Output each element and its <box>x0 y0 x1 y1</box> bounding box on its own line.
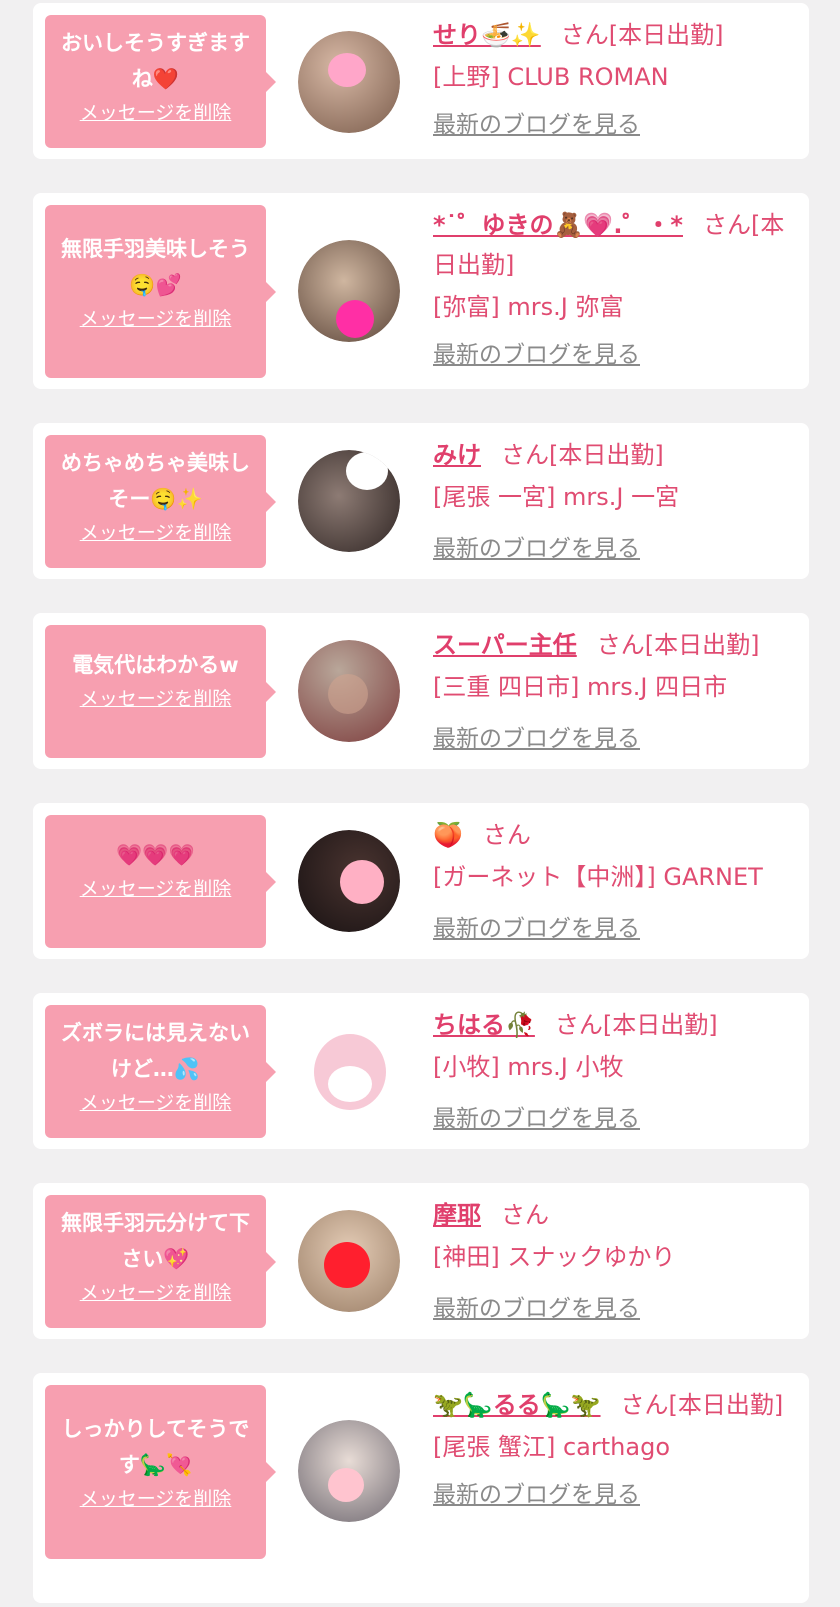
shop-name: [神田] スナックゆかり <box>433 1243 676 1271</box>
message-bubble: 無限手羽元分けて下さい💖 メッセージを削除 <box>45 1195 276 1328</box>
message-text: 無限手羽元分けて下さい💖 <box>61 1211 250 1271</box>
sender-name-link[interactable]: 🍑 <box>433 821 463 849</box>
avatar[interactable] <box>298 830 400 932</box>
sender-info: *˙゜ゆきの🧸💗.゜・* さん[本日出勤] [弥富] mrs.J 弥富 最新のブロ… <box>433 205 791 369</box>
shop-name: [弥富] mrs.J 弥富 <box>433 293 624 321</box>
sender-name-link[interactable]: *˙゜ゆきの🧸💗.゜・* <box>433 211 683 239</box>
latest-blog-link[interactable]: 最新のブログを見る <box>433 1289 640 1323</box>
sender-suffix: さん <box>482 821 531 849</box>
shop-name: [上野] CLUB ROMAN <box>433 63 669 91</box>
message-text: しっかりしてそうです🦕💘 <box>61 1417 250 1477</box>
message-card-list: おいしそうすぎますね❤️ メッセージを削除 せり🍜✨ さん[本日出勤] [上野] … <box>0 0 840 1607</box>
message-card: おいしそうすぎますね❤️ メッセージを削除 せり🍜✨ さん[本日出勤] [上野] … <box>33 3 809 159</box>
message-text: ズボラには見えないけど…💦 <box>61 1021 250 1081</box>
sender-info: ちはる🥀 さん[本日出勤] [小牧] mrs.J 小牧 最新のブログを見る <box>433 1005 791 1133</box>
sender-name-link[interactable]: せり🍜✨ <box>433 21 541 49</box>
delete-message-link[interactable]: メッセージを削除 <box>80 1091 232 1115</box>
sender-suffix: さん[本日出勤] <box>596 631 760 659</box>
message-card: 電気代はわかるw メッセージを削除 スーパー主任 さん[本日出勤] [三重 四日市… <box>33 613 809 769</box>
delete-message-link[interactable]: メッセージを削除 <box>80 521 232 545</box>
message-text: おいしそうすぎますね❤️ <box>61 31 250 91</box>
privacy-sticker-icon <box>328 674 368 714</box>
sender-name-link[interactable]: ちはる🥀 <box>433 1011 535 1039</box>
message-card: 無限手羽美味しそう🤤💕 メッセージを削除 *˙゜ゆきの🧸💗.゜・* さん[本日出勤… <box>33 193 809 389</box>
latest-blog-link[interactable]: 最新のブログを見る <box>433 909 640 943</box>
delete-message-link[interactable]: メッセージを削除 <box>80 1487 232 1511</box>
latest-blog-link[interactable]: 最新のブログを見る <box>433 105 640 139</box>
message-bubble: 電気代はわかるw メッセージを削除 <box>45 625 276 758</box>
sender-suffix: さん <box>501 1201 549 1229</box>
shop-name: [三重 四日市] mrs.J 四日市 <box>433 673 728 701</box>
sender-info: スーパー主任 さん[本日出勤] [三重 四日市] mrs.J 四日市 最新のブログ… <box>433 625 791 753</box>
latest-blog-link[interactable]: 最新のブログを見る <box>433 719 640 753</box>
sender-name-link[interactable]: みけ <box>433 441 481 469</box>
shop-name: [ガーネット【中洲】] GARNET <box>433 863 763 891</box>
sender-info: みけ さん[本日出勤] [尾張 一宮] mrs.J 一宮 最新のブログを見る <box>433 435 791 563</box>
message-bubble: ズボラには見えないけど…💦 メッセージを削除 <box>45 1005 276 1138</box>
message-bubble: しっかりしてそうです🦕💘 メッセージを削除 <box>45 1385 276 1559</box>
message-text: 電気代はわかるw <box>72 653 239 677</box>
avatar[interactable] <box>298 1420 400 1522</box>
privacy-sticker-icon <box>336 300 374 338</box>
message-text: 💗💗💗 <box>116 843 195 867</box>
avatar[interactable] <box>298 640 400 742</box>
delete-message-link[interactable]: メッセージを削除 <box>80 307 232 331</box>
message-card: めちゃめちゃ美味しそー🤤✨ メッセージを削除 みけ さん[本日出勤] [尾張 一宮… <box>33 423 809 579</box>
sender-suffix: さん[本日出勤] <box>560 21 724 49</box>
sender-name-link[interactable]: 🦖🦕るる🦕🦖 <box>433 1391 601 1419</box>
heart-sticker-icon <box>324 1242 370 1288</box>
latest-blog-link[interactable]: 最新のブログを見る <box>433 335 640 369</box>
sender-suffix: さん[本日出勤] <box>620 1391 784 1419</box>
shop-name: [小牧] mrs.J 小牧 <box>433 1053 624 1081</box>
avatar[interactable] <box>298 31 400 133</box>
sender-info: 🦖🦕るる🦕🦖 さん[本日出勤] [尾張 蟹江] carthago 最新のブログを見… <box>433 1385 791 1509</box>
sender-info: 摩耶 さん [神田] スナックゆかり 最新のブログを見る <box>433 1195 791 1323</box>
sender-info: せり🍜✨ さん[本日出勤] [上野] CLUB ROMAN 最新のブログを見る <box>433 15 791 139</box>
message-card: 無限手羽元分けて下さい💖 メッセージを削除 摩耶 さん [神田] スナックゆかり … <box>33 1183 809 1339</box>
avatar[interactable] <box>298 1210 400 1312</box>
delete-message-link[interactable]: メッセージを削除 <box>80 687 232 711</box>
privacy-sticker-icon <box>346 452 388 490</box>
message-text: 無限手羽美味しそう🤤💕 <box>61 237 250 297</box>
shop-name: [尾張 一宮] mrs.J 一宮 <box>433 483 680 511</box>
message-bubble: おいしそうすぎますね❤️ メッセージを削除 <box>45 15 276 148</box>
privacy-sticker-icon <box>328 1468 364 1502</box>
sender-name-link[interactable]: 摩耶 <box>433 1201 481 1229</box>
privacy-sticker-icon <box>340 860 384 904</box>
message-bubble: 💗💗💗 メッセージを削除 <box>45 815 276 948</box>
plush-face <box>328 1066 372 1102</box>
avatar[interactable] <box>298 1020 400 1122</box>
message-card: しっかりしてそうです🦕💘 メッセージを削除 🦖🦕るる🦕🦖 さん[本日出勤] [尾張… <box>33 1373 809 1603</box>
message-bubble: 無限手羽美味しそう🤤💕 メッセージを削除 <box>45 205 276 378</box>
avatar[interactable] <box>298 450 400 552</box>
privacy-sticker-icon <box>328 53 366 87</box>
sender-suffix: さん[本日出勤] <box>501 441 664 469</box>
delete-message-link[interactable]: メッセージを削除 <box>80 877 232 901</box>
sender-info: 🍑 さん [ガーネット【中洲】] GARNET 最新のブログを見る <box>433 815 791 943</box>
message-bubble: めちゃめちゃ美味しそー🤤✨ メッセージを削除 <box>45 435 276 568</box>
latest-blog-link[interactable]: 最新のブログを見る <box>433 529 640 563</box>
sender-name-link[interactable]: スーパー主任 <box>433 631 577 659</box>
sender-suffix: さん[本日出勤] <box>554 1011 718 1039</box>
delete-message-link[interactable]: メッセージを削除 <box>80 1281 232 1305</box>
delete-message-link[interactable]: メッセージを削除 <box>80 101 232 125</box>
message-card: ズボラには見えないけど…💦 メッセージを削除 ちはる🥀 さん[本日出勤] [小牧]… <box>33 993 809 1149</box>
latest-blog-link[interactable]: 最新のブログを見る <box>433 1099 640 1133</box>
message-card: 💗💗💗 メッセージを削除 🍑 さん [ガーネット【中洲】] GARNET 最新のブ… <box>33 803 809 959</box>
avatar[interactable] <box>298 240 400 342</box>
latest-blog-link[interactable]: 最新のブログを見る <box>433 1475 640 1509</box>
message-text: めちゃめちゃ美味しそー🤤✨ <box>61 451 250 511</box>
shop-name: [尾張 蟹江] carthago <box>433 1433 670 1461</box>
